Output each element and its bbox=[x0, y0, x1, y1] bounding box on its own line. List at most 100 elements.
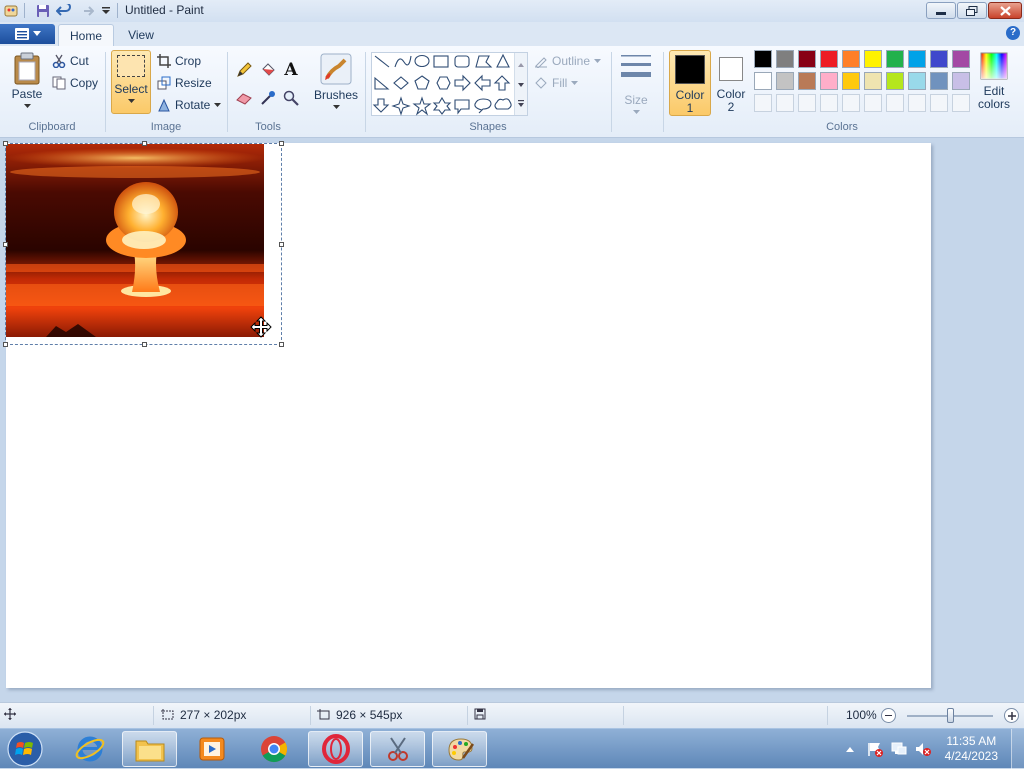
palette-color-2[interactable] bbox=[776, 50, 794, 68]
selection-handle-bottom-left[interactable] bbox=[3, 342, 8, 347]
cut-button[interactable]: Cut bbox=[52, 52, 89, 70]
redo-icon[interactable] bbox=[78, 3, 94, 19]
palette-color-17[interactable] bbox=[886, 72, 904, 90]
size-button[interactable]: Size bbox=[616, 52, 656, 115]
palette-custom-slot-8[interactable] bbox=[908, 94, 926, 112]
select-button[interactable]: Select bbox=[111, 50, 151, 114]
color1-button[interactable]: Color 1 bbox=[669, 50, 711, 116]
close-button[interactable] bbox=[988, 2, 1022, 19]
palette-color-19[interactable] bbox=[930, 72, 948, 90]
taskbar-file-explorer[interactable] bbox=[122, 731, 177, 767]
chevron-down-icon bbox=[127, 99, 135, 103]
palette-color-18[interactable] bbox=[908, 72, 926, 90]
zoom-slider-thumb[interactable] bbox=[947, 708, 954, 723]
selection-handle-top[interactable] bbox=[142, 141, 147, 146]
scroll-down-icon[interactable] bbox=[515, 75, 527, 93]
palette-custom-slot-3[interactable] bbox=[798, 94, 816, 112]
selection-rectangle[interactable] bbox=[3, 141, 284, 347]
palette-custom-slot-2[interactable] bbox=[776, 94, 794, 112]
system-clock[interactable]: 11:35 AM 4/24/2023 bbox=[945, 734, 998, 764]
restore-button[interactable] bbox=[957, 2, 987, 19]
pencil-tool[interactable] bbox=[234, 60, 254, 80]
tab-view[interactable]: View bbox=[118, 24, 164, 46]
zoom-out-button[interactable] bbox=[881, 708, 896, 723]
undo-icon[interactable] bbox=[56, 3, 72, 19]
tab-home[interactable]: Home bbox=[58, 24, 114, 47]
network-icon[interactable] bbox=[890, 741, 908, 757]
palette-color-16[interactable] bbox=[864, 72, 882, 90]
color-picker-tool[interactable] bbox=[258, 88, 278, 108]
volume-muted-icon[interactable] bbox=[914, 741, 932, 757]
palette-custom-slot-1[interactable] bbox=[754, 94, 772, 112]
gallery-expand-icon[interactable] bbox=[515, 95, 527, 113]
palette-custom-slot-10[interactable] bbox=[952, 94, 970, 112]
color2-swatch bbox=[719, 57, 743, 81]
palette-custom-slot-7[interactable] bbox=[886, 94, 904, 112]
palette-custom-slot-6[interactable] bbox=[864, 94, 882, 112]
palette-custom-slot-4[interactable] bbox=[820, 94, 838, 112]
taskbar-opera[interactable] bbox=[308, 731, 363, 767]
help-icon[interactable]: ? bbox=[1006, 26, 1020, 40]
magnifier-tool[interactable] bbox=[281, 88, 301, 108]
snipping-tool-icon bbox=[387, 737, 408, 761]
paste-button[interactable]: Paste bbox=[8, 52, 46, 109]
paint-app-icon[interactable] bbox=[3, 3, 19, 19]
palette-color-13[interactable] bbox=[798, 72, 816, 90]
customize-quick-access-icon[interactable] bbox=[98, 3, 114, 19]
fill-tool[interactable] bbox=[258, 60, 278, 80]
palette-color-12[interactable] bbox=[776, 72, 794, 90]
file-size-status bbox=[474, 708, 486, 720]
start-button[interactable] bbox=[5, 730, 45, 768]
selection-handle-left[interactable] bbox=[3, 242, 8, 247]
rotate-button[interactable]: Rotate bbox=[157, 96, 222, 114]
four-point-star-shape-icon bbox=[391, 96, 411, 116]
palette-color-15[interactable] bbox=[842, 72, 860, 90]
taskbar-paint[interactable] bbox=[432, 731, 487, 767]
palette-color-11[interactable] bbox=[754, 72, 772, 90]
show-desktop-button[interactable] bbox=[1011, 729, 1024, 769]
text-tool[interactable]: A bbox=[281, 60, 301, 80]
selection-handle-top-left[interactable] bbox=[3, 141, 8, 146]
menu-icon bbox=[14, 28, 29, 40]
selection-handle-bottom-right[interactable] bbox=[279, 342, 284, 347]
palette-color-1[interactable] bbox=[754, 50, 772, 68]
fill-button[interactable]: Fill bbox=[534, 74, 579, 92]
palette-color-20[interactable] bbox=[952, 72, 970, 90]
copy-button[interactable]: Copy bbox=[52, 74, 98, 92]
selection-handle-right[interactable] bbox=[279, 242, 284, 247]
taskbar-media-player[interactable] bbox=[184, 731, 239, 767]
eraser-tool[interactable] bbox=[234, 88, 254, 108]
selection-handle-bottom[interactable] bbox=[142, 342, 147, 347]
scroll-up-icon[interactable] bbox=[515, 55, 527, 73]
palette-color-14[interactable] bbox=[820, 72, 838, 90]
palette-color-6[interactable] bbox=[864, 50, 882, 68]
paint-menu-button[interactable] bbox=[0, 24, 55, 44]
restore-icon bbox=[966, 5, 978, 16]
palette-color-5[interactable] bbox=[842, 50, 860, 68]
palette-color-9[interactable] bbox=[930, 50, 948, 68]
crop-button[interactable]: Crop bbox=[157, 52, 201, 70]
edit-colors-button[interactable]: Edit colors bbox=[975, 52, 1013, 111]
palette-color-10[interactable] bbox=[952, 50, 970, 68]
diamond-shape-icon bbox=[393, 76, 409, 90]
outline-button[interactable]: Outline bbox=[534, 52, 602, 70]
show-hidden-icons-icon[interactable] bbox=[845, 745, 855, 753]
palette-color-7[interactable] bbox=[886, 50, 904, 68]
minimize-button[interactable] bbox=[926, 2, 956, 19]
palette-color-8[interactable] bbox=[908, 50, 926, 68]
palette-color-3[interactable] bbox=[798, 50, 816, 68]
taskbar-snipping-tool[interactable] bbox=[370, 731, 425, 767]
palette-custom-slot-5[interactable] bbox=[842, 94, 860, 112]
action-center-flag-icon[interactable] bbox=[866, 741, 884, 757]
save-icon[interactable] bbox=[35, 3, 51, 19]
palette-color-4[interactable] bbox=[820, 50, 838, 68]
taskbar-chrome[interactable] bbox=[246, 731, 301, 767]
color2-button[interactable]: Color 2 bbox=[713, 54, 749, 114]
resize-button[interactable]: Resize bbox=[157, 74, 212, 92]
outline-label: Outline bbox=[552, 54, 591, 68]
selection-handle-top-right[interactable] bbox=[279, 141, 284, 146]
palette-custom-slot-9[interactable] bbox=[930, 94, 948, 112]
taskbar-internet-explorer[interactable] bbox=[62, 731, 117, 767]
zoom-in-button[interactable] bbox=[1004, 708, 1019, 723]
brushes-button[interactable]: Brushes bbox=[312, 52, 360, 110]
